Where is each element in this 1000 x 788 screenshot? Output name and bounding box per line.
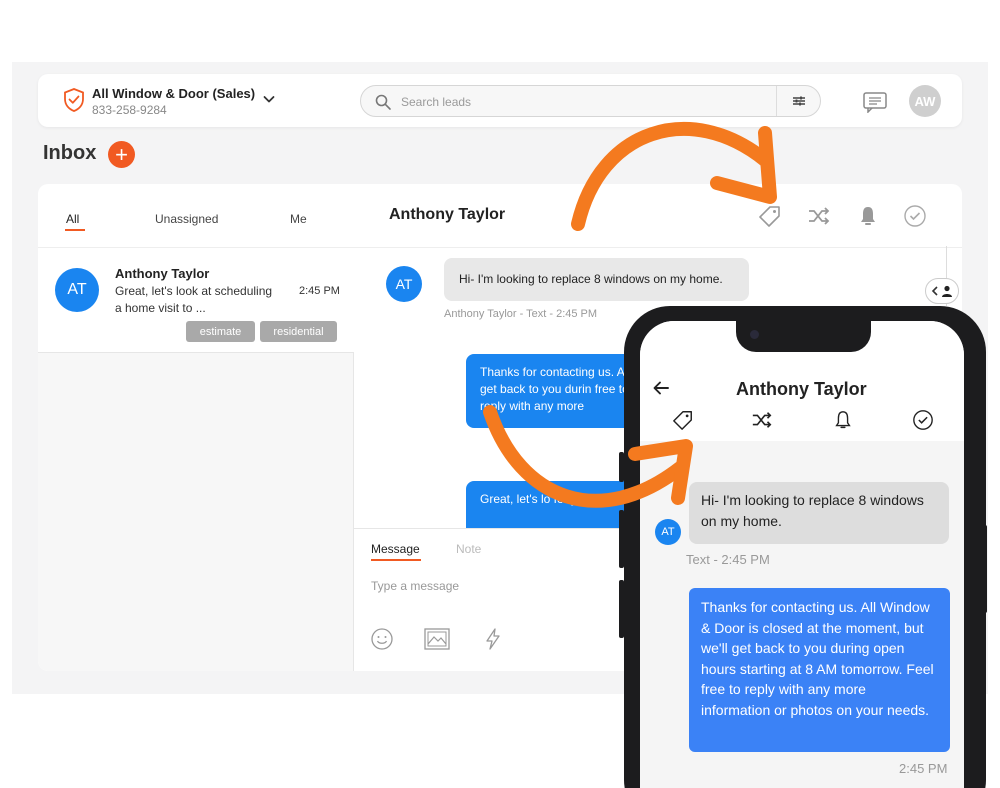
chevron-left-icon	[931, 286, 938, 296]
bell-icon[interactable]	[832, 409, 854, 431]
tag-icon[interactable]	[758, 204, 782, 228]
chat-icon[interactable]	[862, 91, 888, 113]
chevron-down-icon[interactable]	[261, 91, 277, 107]
phone-side-button	[982, 525, 987, 613]
message-input[interactable]: Type a message	[371, 579, 459, 593]
incoming-message: Hi- I'm looking to replace 8 windows on …	[444, 258, 749, 301]
back-arrow-icon[interactable]	[652, 379, 670, 397]
page-title: Inbox	[43, 142, 97, 164]
filter-button[interactable]	[776, 86, 820, 116]
tab-note[interactable]: Note	[456, 542, 481, 556]
message-time: 2:45 PM	[299, 285, 340, 297]
sliders-icon	[792, 96, 805, 106]
tag-badge[interactable]: residential	[260, 321, 337, 342]
message-preview: Great, let's look at scheduling a home v…	[115, 284, 273, 315]
phone-side-button	[619, 452, 624, 482]
conversation-header: Anthony Taylor	[354, 184, 962, 248]
message-meta: Anthony Taylor - Text - 2:45 PM	[444, 308, 598, 320]
screenshot-stage: All Window & Door (Sales) 833-258-9284 S…	[0, 0, 1000, 788]
phone-side-button	[619, 510, 624, 568]
search-icon	[375, 94, 391, 110]
user-avatar[interactable]: AW	[909, 85, 941, 117]
check-circle-icon[interactable]	[903, 204, 927, 228]
tag-badge[interactable]: estimate	[186, 321, 255, 342]
tab-all[interactable]: All	[66, 212, 79, 226]
tag-icon[interactable]	[672, 409, 694, 431]
bell-icon[interactable]	[856, 204, 880, 228]
shuffle-icon[interactable]	[751, 409, 773, 431]
contact-avatar: AT	[386, 266, 422, 302]
contact-panel-toggle[interactable]	[925, 278, 959, 304]
search-input[interactable]	[401, 93, 771, 111]
org-phone: 833-258-9284	[92, 103, 167, 117]
outgoing-message: Thanks for contacting us. All Window & D…	[689, 588, 950, 752]
message-meta: Text - 2:45 PM	[686, 552, 770, 567]
active-tab-indicator	[371, 559, 421, 561]
contact-name: Anthony Taylor	[115, 266, 210, 281]
shield-check-icon	[64, 88, 84, 112]
lightning-icon[interactable]	[481, 627, 505, 651]
tab-me[interactable]: Me	[290, 212, 307, 226]
tab-message[interactable]: Message	[371, 542, 420, 556]
person-icon	[942, 285, 952, 297]
conversation-title: Anthony Taylor	[389, 206, 506, 223]
message-time: 2:45 PM	[899, 761, 948, 776]
phone-screen: Anthony Taylor Hi- I'm looking to replac…	[640, 321, 964, 788]
top-bar: All Window & Door (Sales) 833-258-9284 S…	[38, 74, 962, 127]
phone-side-button	[619, 580, 624, 638]
org-name[interactable]: All Window & Door (Sales)	[92, 86, 255, 101]
check-circle-icon[interactable]	[912, 409, 934, 431]
image-icon[interactable]	[423, 627, 451, 651]
mobile-conversation-title: Anthony Taylor	[736, 379, 867, 399]
contact-avatar: AT	[655, 519, 681, 545]
search-bar	[360, 85, 821, 117]
new-conversation-button[interactable]: +	[108, 141, 135, 168]
active-tab-indicator	[65, 229, 85, 231]
shuffle-icon[interactable]	[807, 204, 831, 228]
list-item[interactable]: AT Anthony Taylor Great, let's look at s…	[38, 248, 354, 353]
camera-icon	[750, 330, 759, 339]
emoji-icon[interactable]	[370, 627, 394, 651]
tab-unassigned[interactable]: Unassigned	[155, 212, 218, 226]
filter-tabs: All Unassigned Me	[38, 184, 354, 248]
incoming-message: Hi- I'm looking to replace 8 windows on …	[689, 482, 949, 544]
contact-avatar: AT	[55, 268, 99, 312]
mobile-thread: Hi- I'm looking to replace 8 windows on …	[640, 441, 964, 788]
